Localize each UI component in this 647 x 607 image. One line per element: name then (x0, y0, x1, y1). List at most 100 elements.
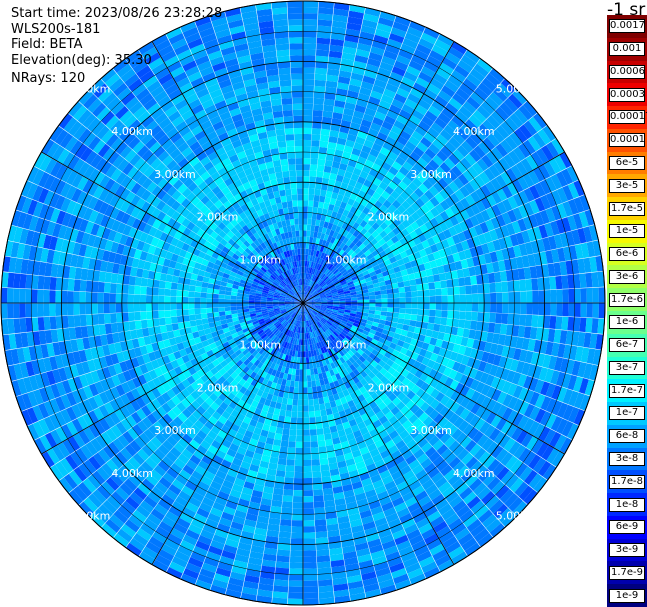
gate-cell (392, 287, 400, 294)
gate-cell (242, 299, 249, 303)
gate-cell (291, 532, 303, 539)
gate-cell (303, 387, 308, 394)
gate-cell (276, 549, 291, 557)
gate-cell (387, 307, 394, 313)
gate-cell (303, 345, 306, 352)
gate-cell (574, 303, 581, 318)
gate-cell (417, 303, 424, 310)
gate-cell (405, 303, 412, 309)
gate-cell (303, 429, 310, 436)
gate-cell (317, 19, 333, 27)
gate-cell (387, 298, 394, 303)
gate-cell (139, 303, 147, 312)
gate-cell (410, 285, 418, 292)
gate-cell (290, 550, 303, 557)
gate-cell (312, 392, 319, 400)
gate-cell (555, 316, 563, 330)
gate-cell (109, 303, 117, 314)
gate-cell (561, 275, 569, 289)
gate-cell (311, 134, 321, 141)
gate-cell (289, 568, 303, 575)
gate-cell (280, 513, 292, 521)
gate-cell (313, 97, 325, 105)
gate-cell (312, 109, 323, 117)
gate-cell (351, 300, 358, 303)
gate-cell (579, 317, 587, 333)
gate-cell (375, 298, 382, 303)
gate-cell (103, 292, 110, 303)
gate-cell (363, 299, 370, 303)
gate-cell (309, 417, 316, 424)
gate-cell (79, 291, 86, 303)
gate-cell (67, 278, 75, 291)
gate-cell (357, 299, 364, 303)
gate-cell (200, 297, 207, 303)
gate-cell (303, 85, 314, 92)
gate-cell (145, 303, 153, 312)
gate-cell (303, 139, 312, 147)
gate-cell (307, 387, 313, 394)
gate-cell (399, 303, 406, 309)
gate-cell (423, 309, 430, 317)
gate-cell (288, 392, 294, 400)
gate-cell (67, 315, 75, 328)
gate-cell (369, 303, 376, 307)
gate-cell (206, 303, 213, 309)
gate-cell (318, 591, 334, 599)
gate-cell (294, 375, 300, 382)
gate-cell (91, 292, 98, 303)
gate-cell (236, 306, 243, 310)
gate-cell (309, 429, 317, 436)
gate-cell (324, 159, 333, 168)
gate-cell (79, 314, 87, 327)
gate-cell (580, 288, 587, 303)
gate-cell (224, 294, 231, 300)
gate-cell (182, 303, 189, 310)
gate-cell (303, 496, 314, 503)
gate-cell (281, 434, 290, 442)
gate-cell (369, 299, 376, 303)
gate-cell (164, 310, 171, 318)
gate-cell (513, 314, 521, 326)
gate-cell (428, 282, 436, 290)
gate-cell (296, 357, 301, 364)
gate-cell (357, 296, 364, 301)
gate-cell (176, 289, 183, 297)
gate-cell (399, 297, 406, 303)
gate-cell (308, 405, 315, 412)
gate-cell (489, 282, 496, 293)
gate-cell (429, 289, 436, 297)
gate-cell (13, 288, 20, 303)
gate-cell (399, 308, 406, 314)
gate-cell (489, 312, 497, 323)
gate-cell (194, 308, 201, 315)
gate-cell (273, 579, 289, 587)
gate-cell (312, 471, 322, 478)
gate-cell (483, 293, 491, 303)
gate-cell (310, 152, 319, 159)
gate-cell (296, 363, 300, 370)
gate-cell (314, 85, 326, 93)
gate-cell (314, 410, 321, 418)
gate-cell (303, 532, 316, 539)
gate-cell (170, 289, 177, 297)
gate-cell (490, 303, 497, 313)
gate-cell (295, 435, 303, 442)
gate-cell (429, 303, 436, 310)
gate-cell (212, 307, 219, 313)
gate-cell (206, 312, 214, 319)
gate-cell (447, 310, 454, 319)
gate-cell (507, 280, 515, 292)
gate-cell (164, 317, 172, 325)
gate-cell (288, 580, 303, 587)
gate-cell (308, 200, 314, 207)
gate-cell (303, 158, 311, 165)
gate-cell (316, 37, 331, 45)
gate-cell (303, 133, 312, 141)
gate-cell (525, 279, 533, 291)
gate-cell (273, 438, 282, 447)
gate-cell (303, 489, 314, 497)
gate-cell (405, 291, 412, 298)
gate-cell (289, 556, 303, 563)
gate-cell (306, 375, 312, 382)
